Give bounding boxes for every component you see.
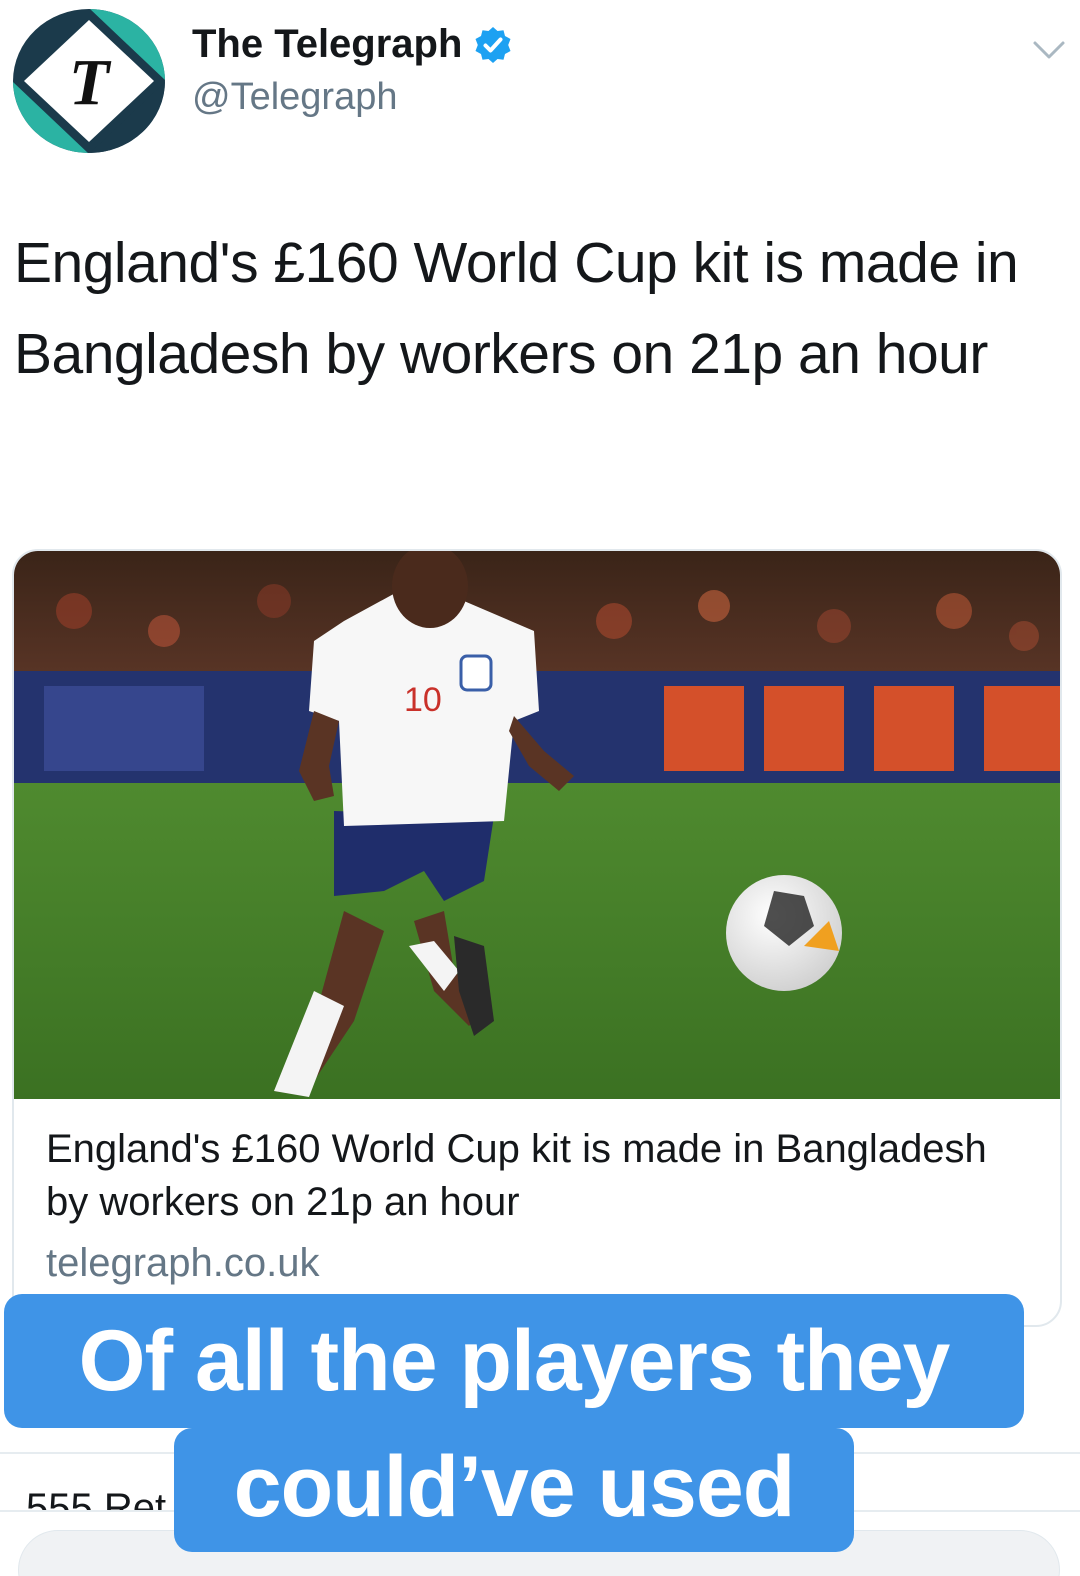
card-domain[interactable]: telegraph.co.uk (46, 1241, 320, 1286)
author-handle[interactable]: @Telegraph (192, 76, 397, 119)
chevron-down-icon[interactable] (1032, 38, 1066, 62)
card-title[interactable]: England's £160 World Cup kit is made in … (46, 1123, 1006, 1229)
jersey-number: 10 (404, 681, 442, 719)
caption-line-1: Of all the players they (4, 1294, 1024, 1428)
link-card[interactable]: 10 England's £160 World Cup kit is made … (12, 549, 1062, 1327)
telegraph-logo-avatar[interactable]: T (12, 8, 166, 154)
retweet-count[interactable]: 555 Ret (26, 1488, 166, 1512)
card-image-footballer[interactable]: 10 (14, 551, 1062, 1099)
tweet-text: England's £160 World Cup kit is made in … (14, 231, 1019, 386)
caption-line-2: could’ve used (174, 1428, 854, 1552)
logo-letter: T (69, 46, 112, 119)
author-name[interactable]: The Telegraph (192, 22, 462, 67)
verified-badge-icon (475, 26, 511, 63)
author-name-row[interactable]: The Telegraph (192, 22, 512, 67)
